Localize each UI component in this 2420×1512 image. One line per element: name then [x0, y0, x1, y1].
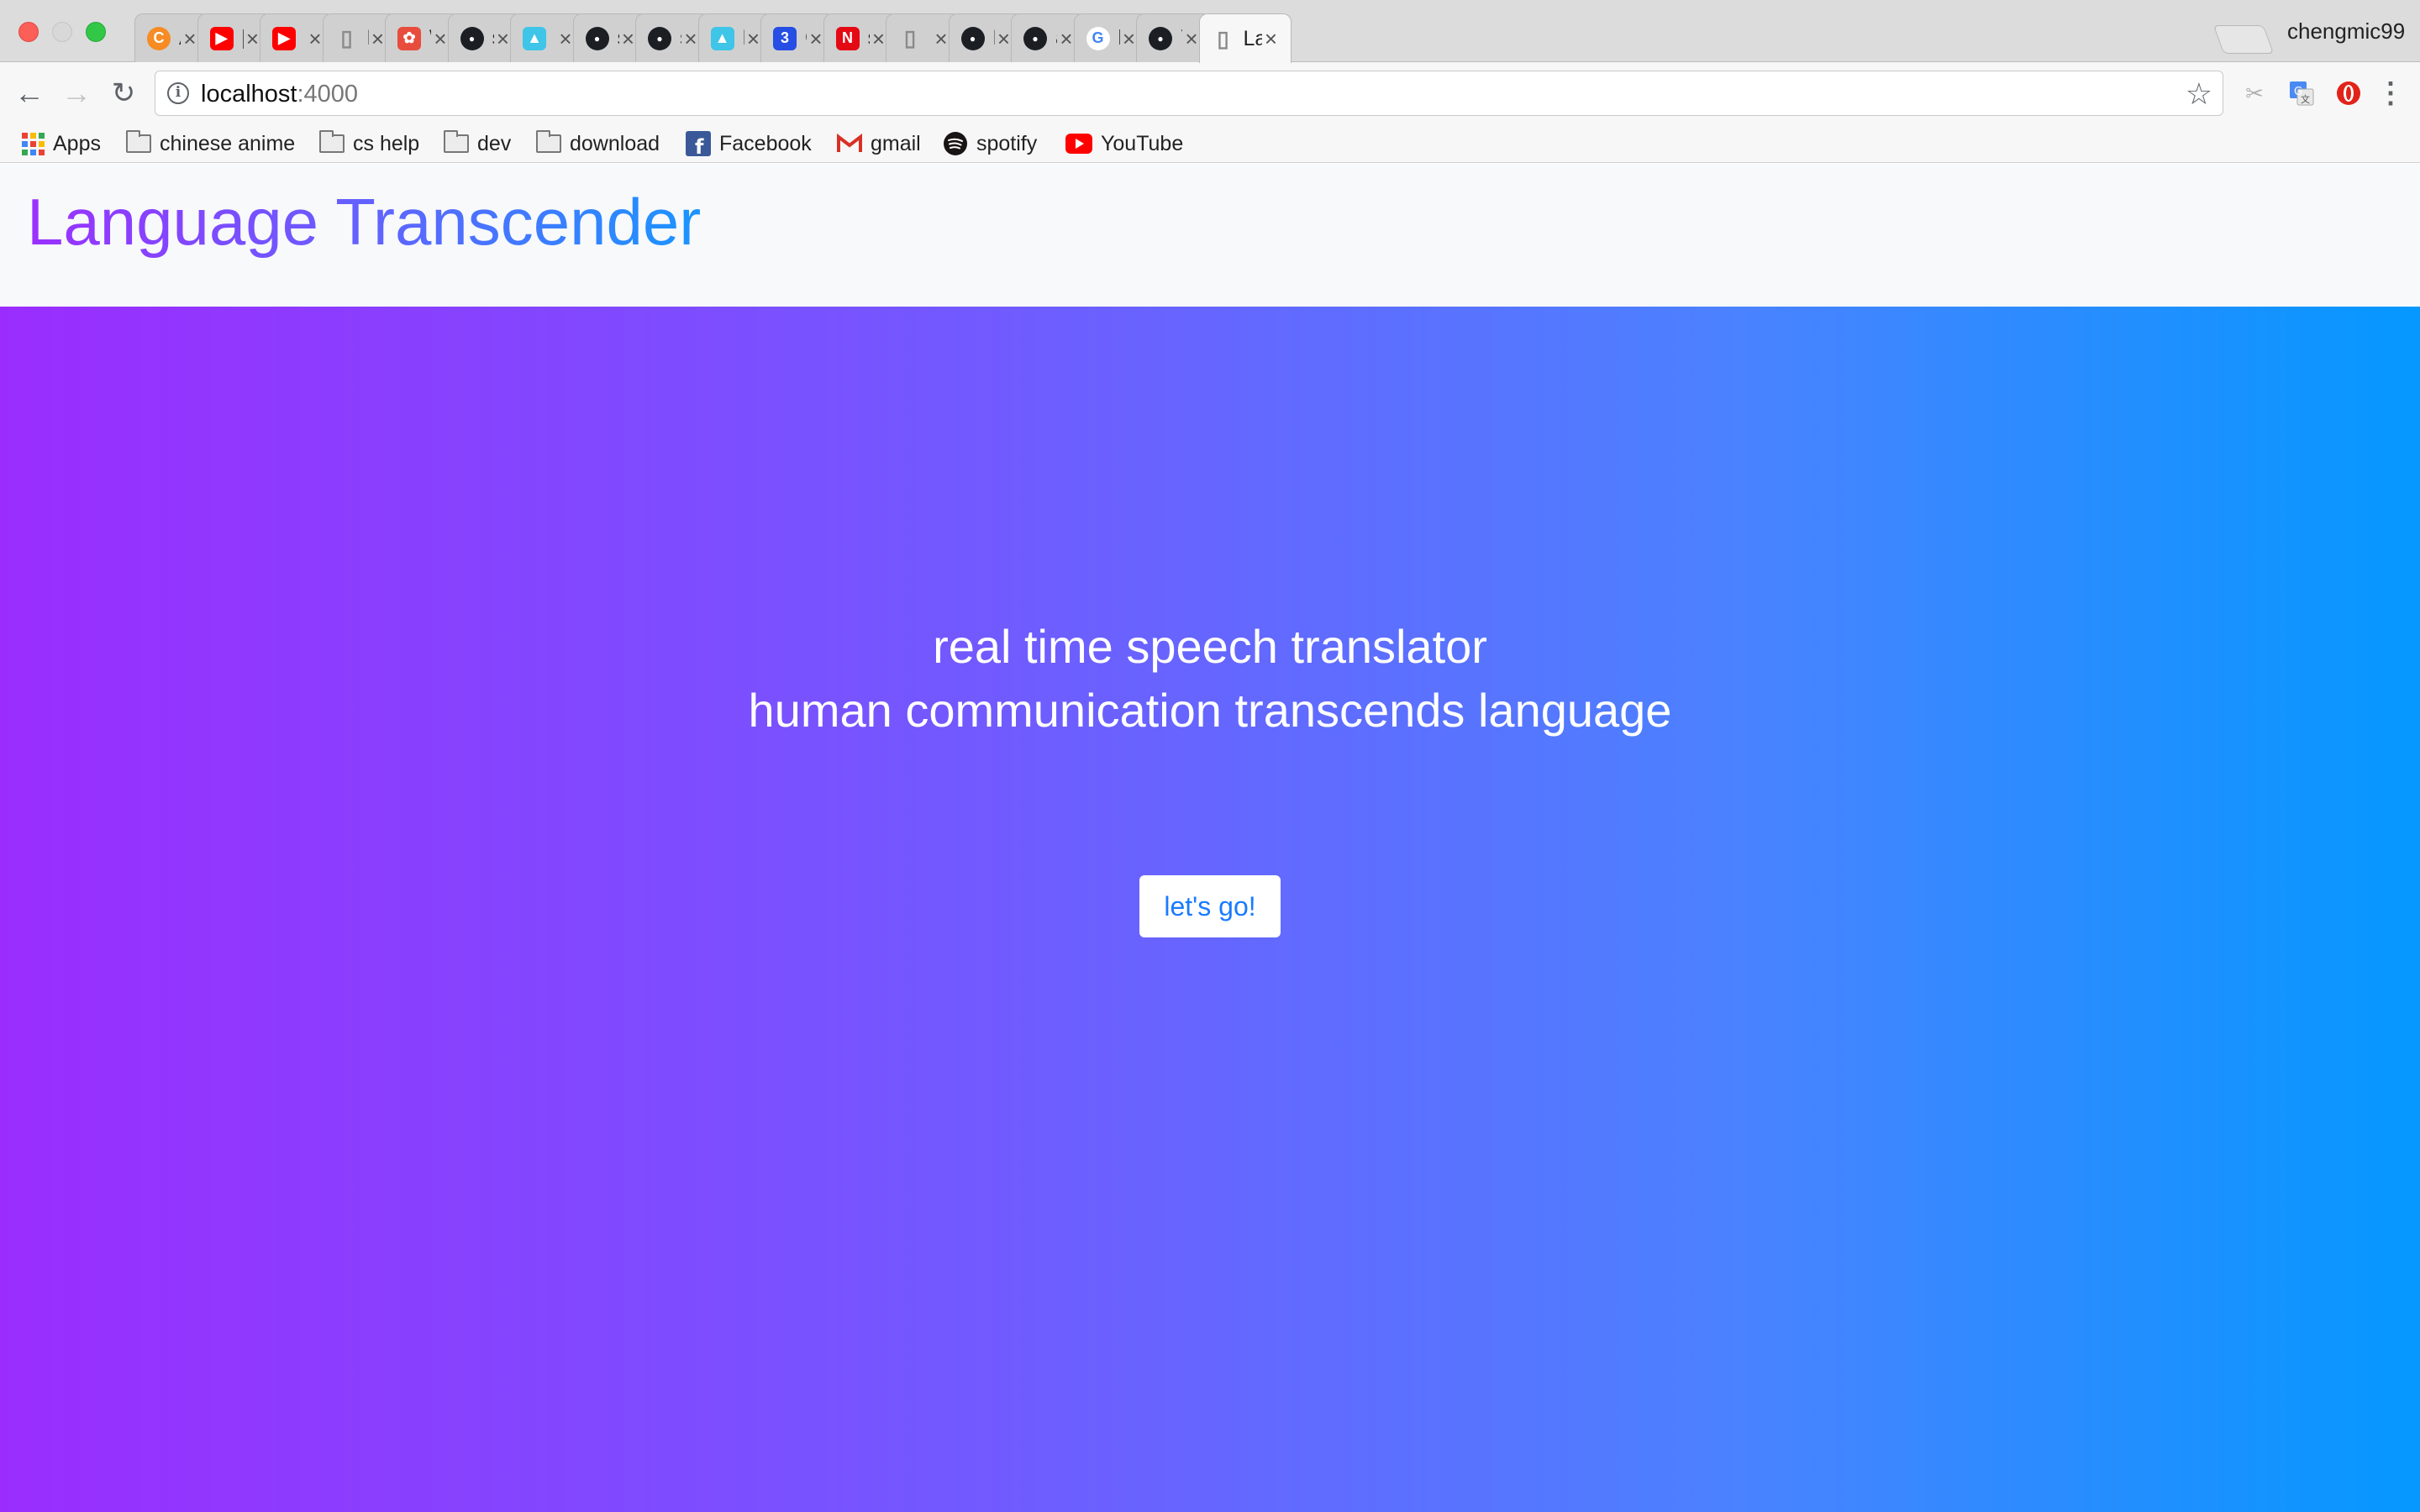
bookmark-label: Facebook — [719, 131, 812, 155]
page-icon: ▯ — [340, 25, 353, 50]
youtube-icon: ▶ — [209, 26, 234, 50]
window-minimize-button[interactable] — [52, 22, 72, 42]
bookmark-item[interactable]: YouTube — [1065, 124, 1183, 163]
bookmark-label: chinese anime — [160, 131, 296, 155]
mdn-icon: ▲ — [710, 26, 734, 50]
scissors-extension-icon[interactable]: ✂ — [2238, 77, 2270, 109]
bookmark-label: Apps — [53, 131, 101, 155]
github-icon: ● — [460, 26, 484, 50]
site-navbar: Language Transcender — [0, 164, 2420, 307]
bookmark-label: spotify — [976, 131, 1038, 155]
folder-icon — [444, 130, 469, 153]
bookmark-item[interactable]: cs help — [319, 124, 419, 163]
window-close-button[interactable] — [18, 22, 39, 42]
hero-tagline-2: human communication transcends language — [748, 684, 1672, 737]
tab-close-icon[interactable]: × — [1262, 28, 1281, 50]
lets-go-button[interactable]: let's go! — [1139, 875, 1281, 937]
bookmark-item[interactable]: spotify — [943, 124, 1037, 163]
window-zoom-button[interactable] — [86, 22, 106, 42]
apps-grid-icon — [22, 132, 45, 155]
back-button[interactable]: ← — [10, 74, 49, 113]
page-icon: ▯ — [903, 25, 917, 50]
bookmark-label: cs help — [353, 131, 420, 155]
hero-section: real time speech translator human commun… — [0, 307, 2420, 1512]
page-icon: ▯ — [1217, 25, 1229, 51]
arrow-left-icon: ← — [14, 76, 45, 110]
google-icon: G — [1086, 26, 1110, 50]
opera-extension-icon[interactable] — [2333, 77, 2365, 109]
github-icon: ● — [960, 26, 985, 50]
bookmark-item[interactable]: download — [536, 124, 660, 163]
tab-strip: CAttac×▶[M×▶Bo×▯Langu×✿We×●sar×▲Media×●s… — [0, 0, 2420, 63]
github-icon: ● — [585, 26, 609, 50]
webrtc-icon: ✿ — [397, 26, 421, 50]
bookmark-label: YouTube — [1101, 131, 1184, 155]
forward-button[interactable]: → — [57, 74, 96, 113]
github-icon: ● — [1023, 26, 1047, 50]
bookmark-label: download — [570, 131, 660, 155]
github-icon: ● — [1149, 26, 1172, 50]
youtube-icon: ▶ — [272, 26, 296, 50]
tab-title: La — [1243, 26, 1262, 50]
arrow-right-icon: → — [61, 76, 92, 110]
bookmarks-bar: Apps chinese anime cs help dev download f Face… — [0, 124, 2420, 163]
google-translate-extension-icon[interactable]: G文 — [2286, 77, 2317, 109]
netflix-icon: N — [835, 26, 860, 50]
spotify-icon — [943, 131, 968, 156]
folder-icon — [536, 130, 561, 153]
site-brand[interactable]: Language Transcender — [27, 184, 701, 260]
bookmark-item[interactable]: gmail — [837, 124, 921, 163]
bookmark-label: dev — [477, 131, 512, 155]
browser-toolbar: ← → ↻ i localhost:4000 ☆ ✂ G文 ⋮ — [0, 62, 2420, 124]
facebook-icon: f — [686, 131, 711, 156]
github-icon: ● — [648, 26, 671, 50]
svg-text:文: 文 — [2301, 93, 2310, 105]
crunchyroll-icon: C — [147, 26, 171, 50]
bookmark-item[interactable]: f Facebook — [686, 124, 812, 163]
info-icon[interactable]: i — [167, 82, 189, 104]
bookmark-star-icon[interactable]: ☆ — [2186, 76, 2212, 112]
css3-icon: 3 — [773, 26, 797, 50]
address-bar[interactable]: i localhost:4000 ☆ — [155, 71, 2223, 116]
bookmark-label: gmail — [871, 131, 921, 155]
bookmark-item[interactable]: chinese anime — [126, 124, 295, 163]
svg-text:f: f — [695, 135, 704, 156]
folder-icon — [319, 130, 345, 153]
hero-tagline-1: real time speech translator — [933, 620, 1487, 673]
folder-icon — [126, 130, 151, 153]
menu-kebab-icon[interactable]: ⋮ — [2375, 77, 2407, 109]
new-tab-button[interactable] — [2212, 25, 2275, 54]
mdn-icon: ▲ — [523, 26, 546, 50]
browser-tab[interactable]: ▯ La× — [1198, 13, 1292, 63]
youtube-icon — [1065, 134, 1092, 154]
reload-icon: ↻ — [111, 77, 136, 109]
url-text[interactable]: localhost:4000 — [201, 81, 358, 108]
profile-name[interactable]: chengmic99 — [2287, 18, 2405, 45]
bookmark-item[interactable]: Apps — [22, 124, 101, 163]
gmail-icon — [837, 134, 862, 154]
bookmark-item[interactable]: dev — [444, 124, 511, 163]
reload-button[interactable]: ↻ — [104, 74, 143, 113]
